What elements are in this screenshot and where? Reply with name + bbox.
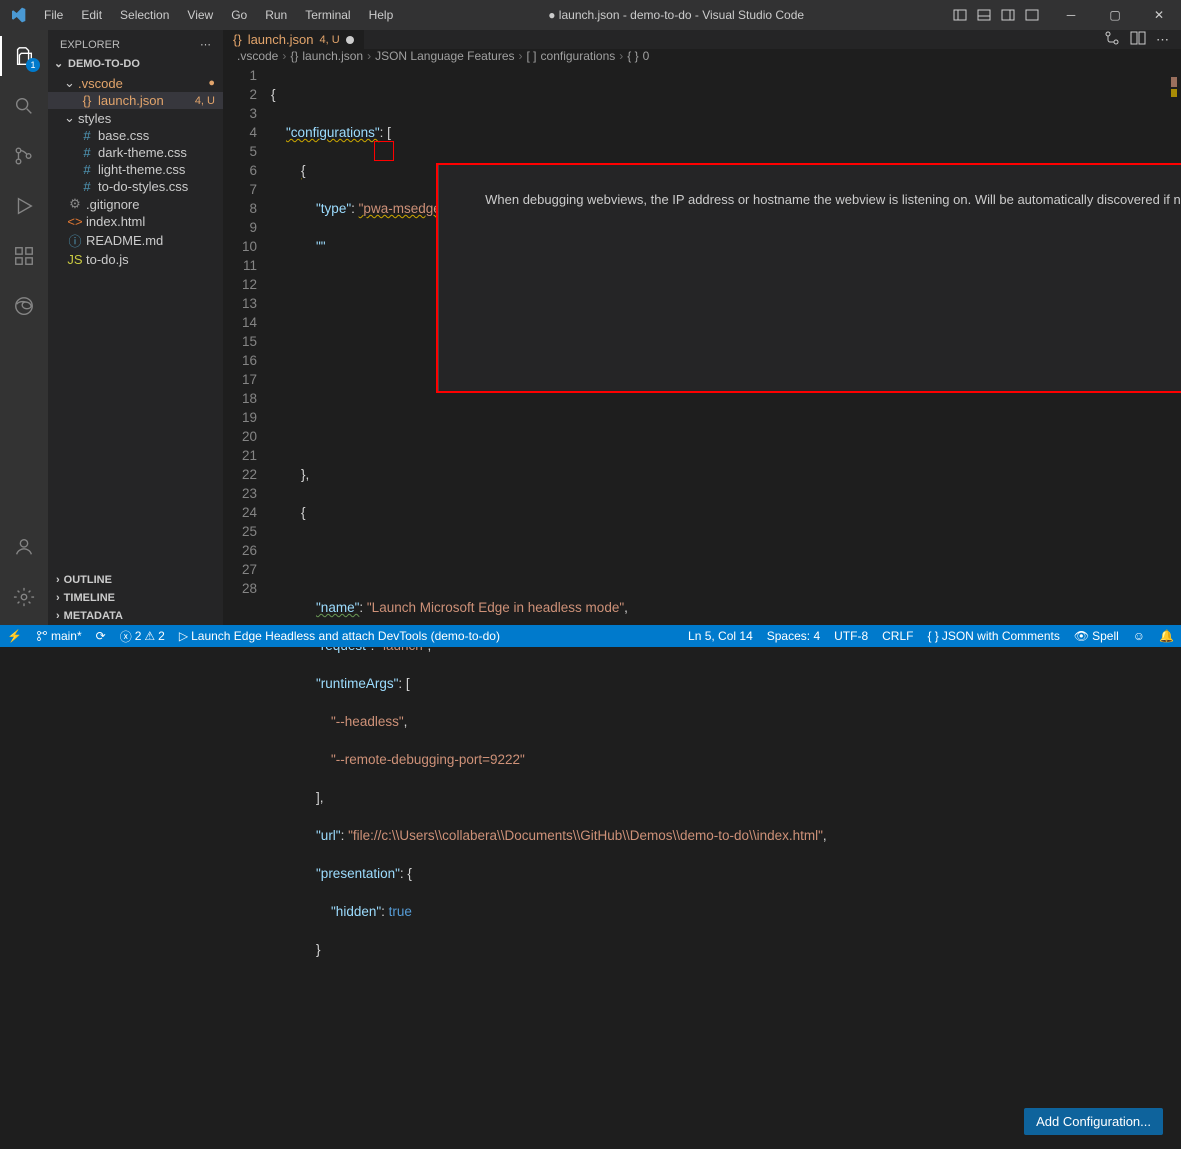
activity-debug[interactable]	[0, 186, 48, 226]
layout-controls	[951, 6, 1049, 24]
activity-edge[interactable]	[0, 286, 48, 326]
file-todocss[interactable]: #to-do-styles.css	[48, 178, 223, 195]
menu-file[interactable]: File	[36, 2, 71, 28]
activity-accounts[interactable]	[0, 527, 48, 567]
minimize-button[interactable]: ─	[1049, 0, 1093, 30]
menu-run[interactable]: Run	[257, 2, 295, 28]
file-readme[interactable]: ⓘREADME.md	[48, 230, 223, 251]
more-actions-icon[interactable]: ⋯	[1156, 32, 1169, 48]
menu-help[interactable]: Help	[361, 2, 402, 28]
debug-config[interactable]: ▷ Launch Edge Headless and attach DevToo…	[172, 629, 507, 643]
tab-label: launch.json	[248, 32, 314, 47]
project-name[interactable]: DEMO-TO-DO	[68, 58, 140, 70]
panel-layout-icon-1[interactable]	[951, 6, 969, 24]
file-gitignore[interactable]: ⚙.gitignore	[48, 195, 223, 213]
tab-launchjson[interactable]: {} launch.json 4, U	[223, 30, 364, 49]
chevron-down-icon[interactable]: ⌄	[54, 57, 66, 70]
eol[interactable]: CRLF	[875, 629, 920, 643]
errors-indicator[interactable]: ⓧ 2 ⚠ 2	[113, 628, 172, 645]
folder-styles[interactable]: ⌄styles	[48, 109, 223, 127]
activity-settings[interactable]	[0, 577, 48, 617]
panel-layout-icon-4[interactable]	[1023, 6, 1041, 24]
file-tree: ⌄.vscode● {}launch.json4, U ⌄styles #bas…	[48, 72, 223, 270]
vscode-logo-icon	[0, 7, 36, 23]
menu-edit[interactable]: Edit	[73, 2, 110, 28]
remote-indicator[interactable]: ⚡	[0, 629, 29, 643]
folder-vscode[interactable]: ⌄.vscode●	[48, 74, 223, 92]
cursor-position[interactable]: Ln 5, Col 14	[681, 629, 760, 643]
file-basecss[interactable]: #base.css	[48, 127, 223, 144]
tab-modified: 4, U	[319, 34, 339, 46]
menu-view[interactable]: View	[179, 2, 221, 28]
explorer-more-icon[interactable]: ⋯	[200, 38, 211, 51]
intellisense-popup: 🔧address 🔧browserLaunchLocation 🔧cascade…	[436, 163, 1181, 393]
panel-layout-icon-2[interactable]	[975, 6, 993, 24]
activity-scm[interactable]	[0, 136, 48, 176]
language-mode[interactable]: { } JSON with Comments	[920, 629, 1066, 643]
activity-bar: 1	[0, 30, 48, 625]
editor-area: {} launch.json 4, U ⋯ .vscode› {} launch…	[223, 30, 1181, 625]
feedback-icon[interactable]: ☺	[1126, 629, 1152, 643]
sync-indicator[interactable]: ⟳	[89, 629, 113, 643]
breadcrumbs[interactable]: .vscode› {} launch.json› JSON Language F…	[223, 49, 1181, 63]
explorer-title: EXPLORER	[60, 39, 120, 51]
titlebar: File Edit Selection View Go Run Terminal…	[0, 0, 1181, 30]
menu-terminal[interactable]: Terminal	[297, 2, 358, 28]
line-numbers: 1234567891011121314151617181920212223242…	[223, 63, 271, 1149]
highlight-box-line5	[374, 141, 394, 161]
spell-check[interactable]: 👁 Spell	[1067, 629, 1126, 643]
file-launchjson[interactable]: {}launch.json4, U	[48, 92, 223, 109]
window-controls: ─ ▢ ✕	[1049, 0, 1181, 30]
code-content[interactable]: { "configurations": [ { "type": "pwa-mse…	[271, 63, 1181, 1149]
compare-changes-icon[interactable]	[1104, 30, 1120, 49]
status-bar: ⚡ main* ⟳ ⓧ 2 ⚠ 2 ▷ Launch Edge Headless…	[0, 625, 1181, 647]
panel-outline[interactable]: ›OUTLINE	[48, 571, 223, 589]
panel-timeline[interactable]: ›TIMELINE	[48, 589, 223, 607]
branch-indicator[interactable]: main*	[29, 629, 89, 643]
menu-selection[interactable]: Selection	[112, 2, 177, 28]
add-configuration-button[interactable]: Add Configuration...	[1024, 1108, 1163, 1135]
window-title: ● launch.json - demo-to-do - Visual Stud…	[401, 8, 951, 22]
encoding[interactable]: UTF-8	[827, 629, 875, 643]
file-todojs[interactable]: JSto-do.js	[48, 251, 223, 268]
indentation[interactable]: Spaces: 4	[760, 629, 827, 643]
suggestion-doc: When debugging webviews, the IP address …	[438, 165, 1181, 391]
activity-extensions[interactable]	[0, 236, 48, 276]
file-lightcss[interactable]: #light-theme.css	[48, 161, 223, 178]
explorer-badge: 1	[26, 58, 40, 72]
menu-bar: File Edit Selection View Go Run Terminal…	[36, 2, 401, 28]
dirty-indicator-icon	[346, 36, 354, 44]
tab-bar: {} launch.json 4, U ⋯	[223, 30, 1181, 49]
activity-explorer[interactable]: 1	[0, 36, 48, 76]
close-button[interactable]: ✕	[1137, 0, 1181, 30]
panel-metadata[interactable]: ›METADATA	[48, 607, 223, 625]
explorer-sidebar: EXPLORER ⋯ ⌄DEMO-TO-DO ⌄.vscode● {}launch…	[48, 30, 223, 625]
notifications-icon[interactable]: 🔔	[1152, 629, 1181, 643]
file-indexhtml[interactable]: <>index.html	[48, 213, 223, 230]
activity-search[interactable]	[0, 86, 48, 126]
code-editor[interactable]: 1234567891011121314151617181920212223242…	[223, 63, 1181, 1149]
menu-go[interactable]: Go	[223, 2, 255, 28]
file-darkcss[interactable]: #dark-theme.css	[48, 144, 223, 161]
maximize-button[interactable]: ▢	[1093, 0, 1137, 30]
panel-layout-icon-3[interactable]	[999, 6, 1017, 24]
split-editor-icon[interactable]	[1130, 30, 1146, 49]
